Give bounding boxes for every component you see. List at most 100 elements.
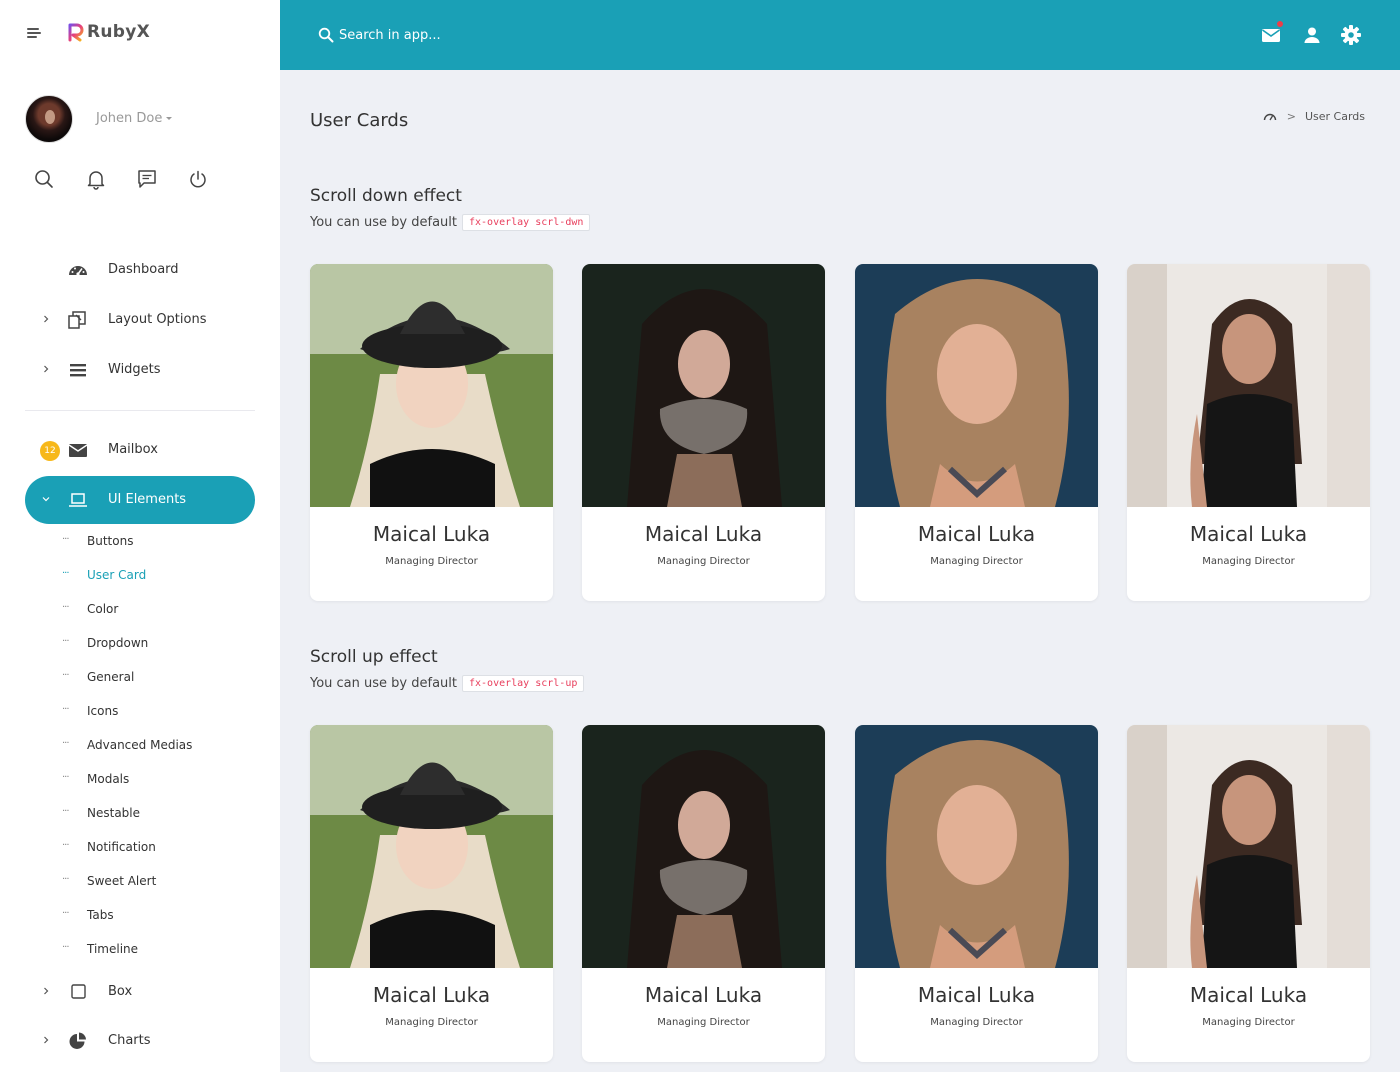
search-input[interactable] [339,27,559,43]
dots-icon: ··· [62,874,69,885]
user-icon[interactable] [1301,24,1323,46]
dots-icon: ··· [62,738,69,749]
user-photo [582,264,825,507]
breadcrumb-separator: > [1286,110,1296,123]
card-name: Maical Luka [644,983,763,1007]
sidebar-item-layout-options[interactable]: Layout Options [25,296,255,344]
subnav-item-user-card[interactable]: ··· User Card [60,565,260,587]
pie-chart-icon [69,1032,86,1049]
dots-icon: ··· [62,840,69,851]
user-photo [1127,725,1370,968]
search-icon[interactable] [33,168,55,190]
sidebar-item-mailbox[interactable]: 12 Mailbox [25,426,255,474]
section-title: Scroll down effect [310,186,462,206]
mail-icon [68,444,88,457]
main-content: User Cards > User Cards Scroll down effe… [280,70,1400,1072]
profile-name[interactable]: Johen Doe [96,111,173,126]
section-title: Scroll up effect [310,647,438,667]
chevron-right-icon [44,987,49,995]
subnav-item-timeline[interactable]: ··· Timeline [60,939,260,961]
dots-icon: ··· [62,908,69,919]
sidebar-item-label: Charts [108,1033,151,1048]
menu-toggle-icon[interactable] [27,28,41,38]
gear-icon[interactable] [1340,24,1362,46]
dots-icon: ··· [62,806,69,817]
breadcrumb-current: User Cards [1304,110,1365,123]
user-card[interactable]: Maical Luka Managing Director [310,725,553,1062]
sidebar: RubyX Johen Doe Dashboard Layout Options… [0,0,280,1072]
search-bar[interactable] [318,24,578,46]
subnav-item-color[interactable]: ··· Color [60,599,260,621]
card-name: Maical Luka [917,983,1036,1007]
sidebar-item-ui-elements[interactable]: UI Elements [25,476,255,524]
subnav-item-buttons[interactable]: ··· Buttons [60,531,260,553]
subnav-item-tabs[interactable]: ··· Tabs [60,905,260,927]
code-snippet: fx-overlay scrl-up [462,675,585,692]
caret-down-icon [166,117,173,120]
card-name: Maical Luka [1189,522,1308,546]
sidebar-item-charts[interactable]: Charts [25,1017,255,1065]
dots-icon: ··· [62,636,69,647]
sidebar-item-dashboard[interactable]: Dashboard [25,246,255,294]
sidebar-item-widgets[interactable]: Widgets [25,346,255,394]
widgets-icon [70,364,86,377]
avatar[interactable] [25,95,73,143]
subnav-item-nestable[interactable]: ··· Nestable [60,803,260,825]
home-dashboard-icon[interactable] [1263,111,1277,123]
quick-actions [33,168,233,192]
dashboard-icon [69,266,87,276]
card-role: Managing Director [657,1017,750,1028]
laptop-icon [69,493,87,507]
card-role: Managing Director [930,556,1023,567]
card-role: Managing Director [385,1017,478,1028]
sidebar-item-box[interactable]: Box [25,968,255,1016]
user-card[interactable]: Maical Luka Managing Director [1127,264,1370,601]
card-name: Maical Luka [917,522,1036,546]
subnav-item-notification[interactable]: ··· Notification [60,837,260,859]
card-name: Maical Luka [372,522,491,546]
chevron-right-icon [44,1036,49,1044]
sidebar-item-label: UI Elements [108,492,187,507]
subnav-item-advanced-medias[interactable]: ··· Advanced Medias [60,735,260,757]
user-card[interactable]: Maical Luka Managing Director [855,725,1098,1062]
user-card[interactable]: Maical Luka Managing Director [582,264,825,601]
power-icon[interactable] [187,168,209,190]
subnav-item-dropdown[interactable]: ··· Dropdown [60,633,260,655]
chat-icon[interactable] [136,168,158,190]
sidebar-item-label: Mailbox [108,442,158,457]
brand-name: RubyX [87,22,151,42]
dots-icon: ··· [62,704,69,715]
user-card[interactable]: Maical Luka Managing Director [1127,725,1370,1062]
subnav-item-icons[interactable]: ··· Icons [60,701,260,723]
user-card[interactable]: Maical Luka Managing Director [855,264,1098,601]
card-name: Maical Luka [644,522,763,546]
notification-dot [1277,21,1283,27]
sidebar-item-label: Layout Options [108,312,207,327]
page-title: User Cards [310,110,409,131]
logo[interactable]: RubyX [68,22,150,42]
subnav-item-sweet-alert[interactable]: ··· Sweet Alert [60,871,260,893]
dots-icon: ··· [62,942,69,953]
sidebar-item-label: Box [108,984,133,999]
card-name: Maical Luka [372,983,491,1007]
user-card[interactable]: Maical Luka Managing Director [582,725,825,1062]
user-card[interactable]: Maical Luka Managing Director [310,264,553,601]
mail-notification-button[interactable] [1260,21,1283,46]
dots-icon: ··· [62,772,69,783]
user-profile[interactable]: Johen Doe [25,95,265,145]
sidebar-item-label: Dashboard [108,262,179,277]
section-description: You can use by default fx-overlay scrl-d… [310,214,591,231]
layout-icon [68,311,86,329]
box-icon [71,984,86,999]
subnav-item-modals[interactable]: ··· Modals [60,769,260,791]
code-snippet: fx-overlay scrl-dwn [462,214,591,231]
user-photo [582,725,825,968]
subnav-item-general[interactable]: ··· General [60,667,260,689]
chevron-right-icon [44,315,49,323]
chevron-down-icon [42,497,50,502]
chevron-right-icon [44,365,49,373]
dots-icon: ··· [62,568,69,579]
mailbox-count-badge: 12 [40,441,60,461]
bell-icon[interactable] [85,168,107,190]
user-photo [855,725,1098,968]
